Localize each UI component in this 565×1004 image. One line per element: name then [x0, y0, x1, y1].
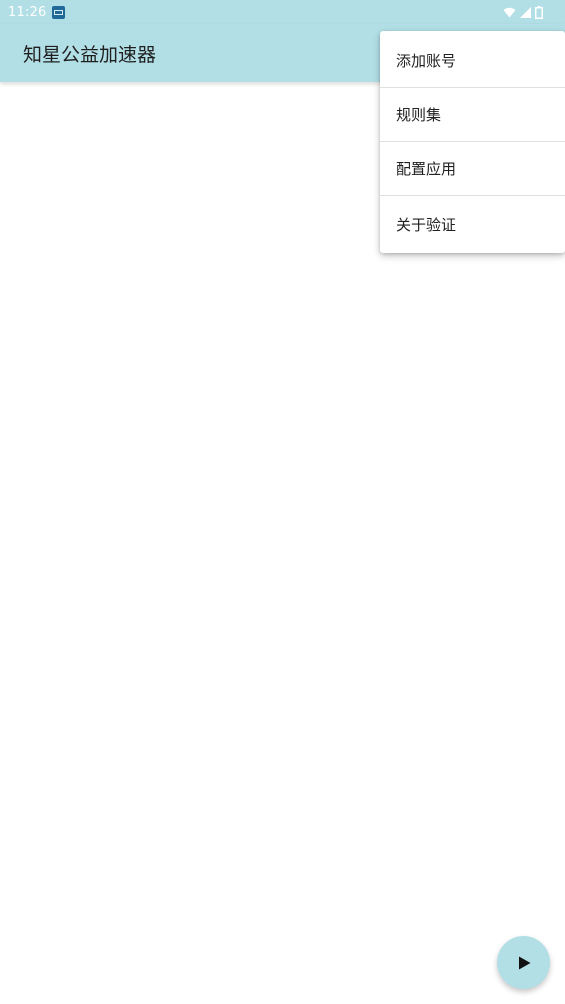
- wifi-icon: [503, 7, 516, 18]
- menu-item-add-account[interactable]: 添加账号: [380, 31, 565, 88]
- menu-item-rule-sets[interactable]: 规则集: [380, 88, 565, 142]
- app-notification-icon: [52, 5, 66, 19]
- status-time: 11:26: [8, 4, 47, 20]
- play-icon: [516, 956, 531, 970]
- battery-icon: [535, 5, 543, 19]
- status-bar: 11:26: [0, 0, 565, 24]
- status-right: [503, 5, 557, 19]
- cell-signal-icon: [520, 6, 531, 18]
- menu-item-about-verification[interactable]: 关于验证: [380, 196, 565, 253]
- menu-item-configure-apps[interactable]: 配置应用: [380, 142, 565, 196]
- screen: 11:26 知星公益加速器 添加账号 规则集 配置应用 关于验证: [0, 0, 565, 1004]
- overflow-menu: 添加账号 规则集 配置应用 关于验证: [380, 31, 565, 253]
- status-left: 11:26: [8, 4, 66, 20]
- app-title: 知星公益加速器: [23, 43, 157, 66]
- start-fab-button[interactable]: [497, 936, 550, 989]
